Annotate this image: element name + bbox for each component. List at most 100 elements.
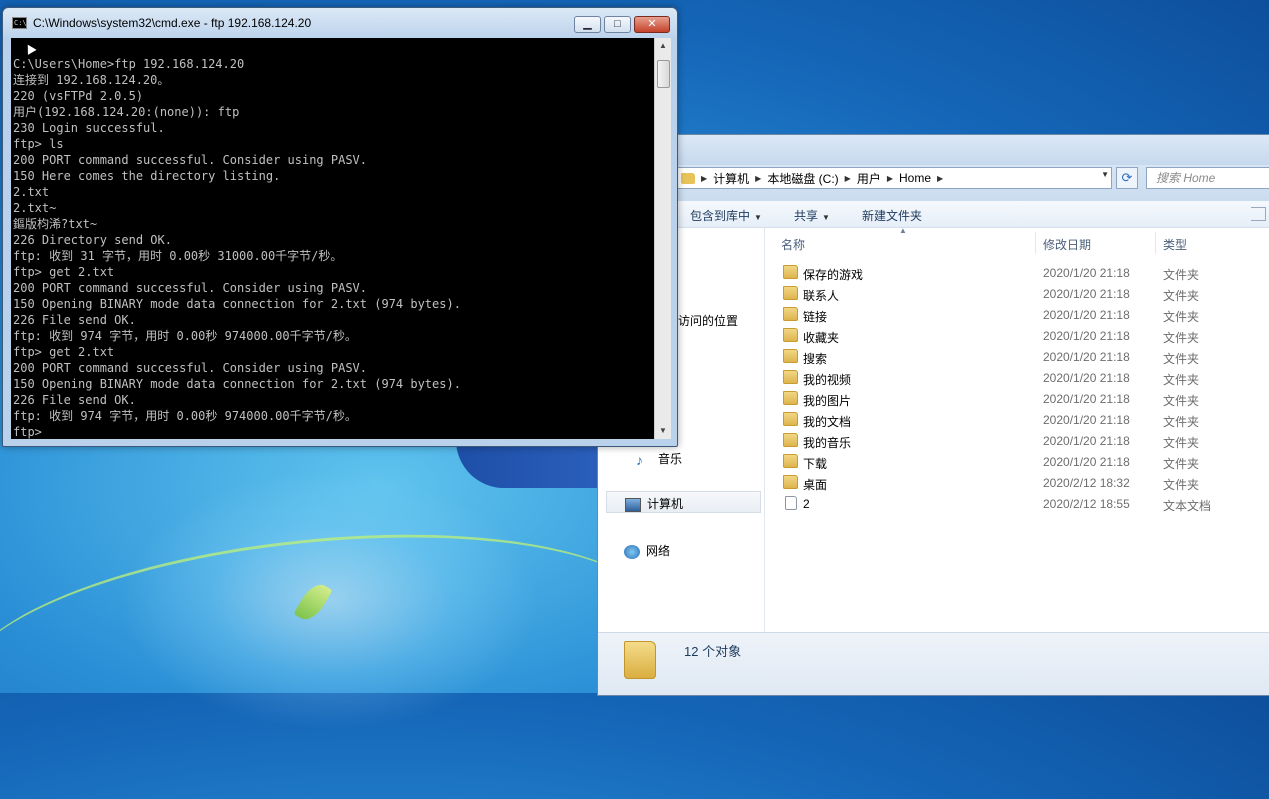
search-input[interactable]: 搜索 Home — [1146, 167, 1269, 189]
chevron-right-icon[interactable]: ▶ — [845, 174, 851, 183]
nav-item-recent-places[interactable]: 访问的位置 — [678, 312, 738, 329]
console-line: ftp> get 2.txt — [13, 265, 115, 279]
console-line: 226 Directory send OK. — [13, 233, 172, 247]
folder-icon — [783, 286, 798, 300]
column-header-modified[interactable]: 修改日期 — [1043, 236, 1091, 253]
console-line: 连接到 192.168.124.20。 — [13, 73, 170, 87]
folder-icon — [783, 265, 798, 279]
file-row[interactable]: 我的图片 2020/1/20 21:18 文件夹 — [765, 389, 1269, 409]
file-date: 2020/1/20 21:18 — [1043, 371, 1130, 385]
console-output[interactable]: C:\Users\Home>ftp 192.168.124.20 连接到 192… — [11, 38, 654, 439]
folder-icon — [783, 370, 798, 384]
cmd-titlebar[interactable]: C:\ C:\Windows\system32\cmd.exe - ftp 19… — [3, 8, 677, 38]
address-bar[interactable]: ▶ 计算机 ▶ 本地磁盘 (C:) ▶ 用户 ▶ Home ▶ ▼ — [676, 167, 1112, 189]
file-row[interactable]: 搜索 2020/1/20 21:18 文件夹 — [765, 347, 1269, 367]
console-line: ftp: 收到 974 字节，用时 0.00秒 974000.00千字节/秒。 — [13, 409, 357, 423]
file-date: 2020/1/20 21:18 — [1043, 392, 1130, 406]
close-button[interactable]: ✕ — [634, 16, 670, 33]
console-line: ftp: 收到 31 字节，用时 0.00秒 31000.00千字节/秒。 — [13, 249, 343, 263]
scroll-thumb[interactable] — [657, 60, 670, 88]
console-line: 200 PORT command successful. Consider us… — [13, 153, 368, 167]
nav-item-music[interactable]: ♪ 音乐 — [636, 450, 682, 467]
column-header-type[interactable]: 类型 — [1163, 236, 1187, 253]
file-row[interactable]: 2 2020/2/12 18:55 文本文档 — [765, 494, 1269, 514]
folder-icon — [681, 172, 695, 184]
scroll-down-icon[interactable]: ▼ — [655, 423, 671, 439]
file-row[interactable]: 我的音乐 2020/1/20 21:18 文件夹 — [765, 431, 1269, 451]
file-name: 搜索 — [803, 352, 828, 366]
chevron-down-icon: ▼ — [754, 213, 762, 222]
console-line: ftp> — [13, 425, 42, 439]
chevron-right-icon[interactable]: ▶ — [755, 174, 761, 183]
console-line: 226 File send OK. — [13, 393, 136, 407]
file-date: 2020/1/20 21:18 — [1043, 287, 1130, 301]
file-row[interactable]: 我的视频 2020/1/20 21:18 文件夹 — [765, 368, 1269, 388]
view-options-icon[interactable] — [1251, 207, 1266, 221]
file-name: 链接 — [803, 310, 828, 324]
nav-item-network[interactable]: 网络 — [624, 542, 670, 559]
maximize-button[interactable]: □ — [604, 16, 631, 33]
console-line: ftp> get 2.txt — [13, 345, 115, 359]
file-date: 2020/2/12 18:32 — [1043, 476, 1130, 490]
console-line: 200 PORT command successful. Consider us… — [13, 361, 368, 375]
folder-icon — [783, 391, 798, 405]
column-divider[interactable] — [1155, 232, 1156, 254]
breadcrumb-users[interactable]: 用户 — [857, 170, 881, 187]
vertical-scrollbar[interactable]: ▲ ▼ — [654, 38, 671, 439]
file-row[interactable]: 我的文档 2020/1/20 21:18 文件夹 — [765, 410, 1269, 430]
file-type: 文件夹 — [1163, 394, 1200, 408]
breadcrumb-computer[interactable]: 计算机 — [713, 170, 749, 187]
explorer-toolbar: 包含到库中 ▼ 共享 ▼ 新建文件夹 — [598, 201, 1269, 228]
folder-icon — [783, 475, 798, 489]
file-date: 2020/1/20 21:18 — [1043, 413, 1130, 427]
include-in-library-button[interactable]: 包含到库中 ▼ — [690, 207, 762, 224]
file-type: 文件夹 — [1163, 457, 1200, 471]
file-date: 2020/2/12 18:55 — [1043, 497, 1130, 511]
file-type: 文件夹 — [1163, 331, 1200, 345]
console-line: 230 Login successful. — [13, 121, 165, 135]
file-name: 2 — [803, 497, 810, 511]
include-in-library-label: 包含到库中 — [690, 209, 751, 223]
window-title: C:\Windows\system32\cmd.exe - ftp 192.16… — [33, 16, 312, 30]
file-name: 下载 — [803, 457, 828, 471]
file-row[interactable]: 桌面 2020/2/12 18:32 文件夹 — [765, 473, 1269, 493]
minimize-button[interactable]: ▁ — [574, 16, 601, 33]
file-name: 桌面 — [803, 478, 828, 492]
folder-icon — [783, 307, 798, 321]
column-divider[interactable] — [1035, 232, 1036, 254]
file-date: 2020/1/20 21:18 — [1043, 266, 1130, 280]
file-list: 名称 ▲ 修改日期 类型 保存的游戏 2020/1/20 21:18 文件夹 联… — [765, 226, 1269, 633]
chevron-right-icon[interactable]: ▶ — [701, 174, 707, 183]
console-line: 200 PORT command successful. Consider us… — [13, 281, 368, 295]
chevron-down-icon[interactable]: ▼ — [1101, 170, 1109, 179]
refresh-button[interactable]: ⟳ — [1116, 167, 1138, 189]
file-row[interactable]: 链接 2020/1/20 21:18 文件夹 — [765, 305, 1269, 325]
file-row[interactable]: 保存的游戏 2020/1/20 21:18 文件夹 — [765, 263, 1269, 283]
chevron-right-icon[interactable]: ▶ — [887, 174, 893, 183]
new-folder-button[interactable]: 新建文件夹 — [862, 207, 922, 224]
file-type: 文件夹 — [1163, 436, 1200, 450]
file-type: 文件夹 — [1163, 352, 1200, 366]
nav-item-music-label: 音乐 — [658, 452, 683, 466]
column-header-name[interactable]: 名称 — [781, 236, 805, 253]
breadcrumb-local-disk[interactable]: 本地磁盘 (C:) — [767, 170, 838, 187]
console-line: ftp: 收到 974 字节，用时 0.00秒 974000.00千字节/秒。 — [13, 329, 357, 343]
share-button[interactable]: 共享 ▼ — [794, 207, 830, 224]
breadcrumb-home[interactable]: Home — [899, 171, 931, 185]
explorer-address-row: ▶ 计算机 ▶ 本地磁盘 (C:) ▶ 用户 ▶ Home ▶ ▼ ⟳ 搜索 H… — [598, 165, 1269, 201]
scroll-up-icon[interactable]: ▲ — [655, 38, 671, 54]
folder-icon — [783, 412, 798, 426]
file-name: 我的视频 — [803, 373, 852, 387]
nav-item-computer[interactable]: 计算机 — [606, 491, 761, 513]
explorer-titlebar[interactable] — [598, 135, 1269, 165]
file-type: 文件夹 — [1163, 310, 1200, 324]
computer-icon — [625, 497, 641, 512]
file-name: 保存的游戏 — [803, 268, 864, 282]
file-row[interactable]: 下载 2020/1/20 21:18 文件夹 — [765, 452, 1269, 472]
chevron-right-icon[interactable]: ▶ — [937, 174, 943, 183]
file-row[interactable]: 收藏夹 2020/1/20 21:18 文件夹 — [765, 326, 1269, 346]
file-type: 文件夹 — [1163, 478, 1200, 492]
file-name: 我的文档 — [803, 415, 852, 429]
cmd-icon[interactable]: C:\ — [12, 17, 27, 29]
file-row[interactable]: 联系人 2020/1/20 21:18 文件夹 — [765, 284, 1269, 304]
